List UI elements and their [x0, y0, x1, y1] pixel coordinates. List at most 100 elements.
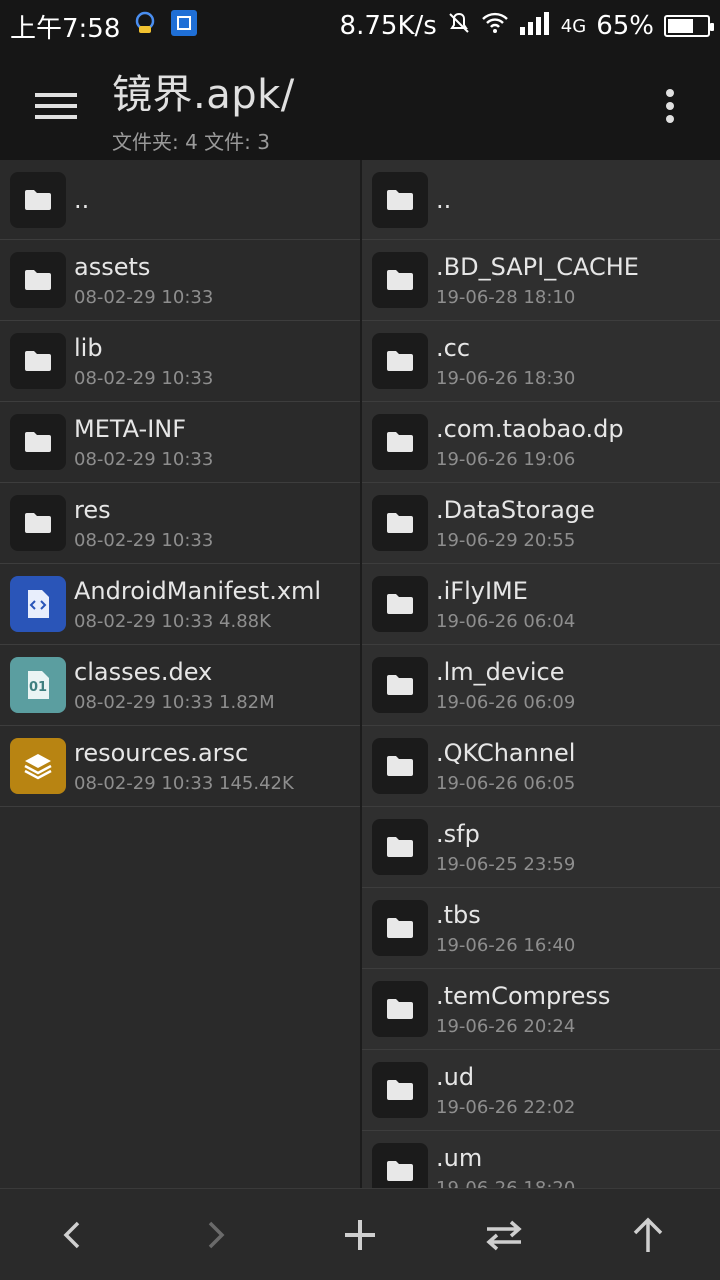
- folder-file-count: 文件夹: 4 文件: 3: [112, 129, 270, 154]
- net-speed: 8.75K/s: [339, 11, 437, 41]
- folder-icon: [372, 738, 428, 794]
- file-name: .cc: [436, 333, 471, 362]
- parent-label: ..: [74, 185, 90, 214]
- file-info: 19-06-26 22:02: [436, 1096, 576, 1118]
- wifi-icon: [481, 11, 509, 42]
- xml-file-icon: [10, 576, 66, 632]
- chevron-left-icon: [63, 1221, 80, 1248]
- file-row[interactable]: .BD_SAPI_CACHE 19-06-28 18:10: [362, 240, 720, 321]
- up-directory-button[interactable]: [608, 1195, 688, 1275]
- file-info: 19-06-25 23:59: [436, 853, 576, 875]
- file-row[interactable]: AndroidManifest.xml 08-02-29 10:33 4.88K: [0, 564, 360, 645]
- file-name: META-INF: [74, 414, 187, 443]
- file-name: .um: [436, 1143, 483, 1172]
- file-row[interactable]: 01 classes.dex 08-02-29 10:33 1.82M: [0, 645, 360, 726]
- file-name: AndroidManifest.xml: [74, 576, 322, 605]
- folder-icon: [372, 900, 428, 956]
- file-info: 08-02-29 10:33: [74, 529, 214, 551]
- folder-icon: [372, 576, 428, 632]
- folder-icon: [372, 819, 428, 875]
- network-type: 4G: [560, 15, 587, 37]
- file-row[interactable]: resources.arsc 08-02-29 10:33 145.42K: [0, 726, 360, 807]
- battery-percent: 65%: [596, 11, 654, 41]
- file-info: 19-06-26 19:06: [436, 448, 576, 470]
- folder-icon: [372, 495, 428, 551]
- file-row[interactable]: .tbs 19-06-26 16:40: [362, 888, 720, 969]
- file-row[interactable]: .cc 19-06-26 18:30: [362, 321, 720, 402]
- status-time: 上午7:58: [10, 13, 121, 44]
- file-info: 08-02-29 10:33: [74, 448, 214, 470]
- file-name: .sfp: [436, 819, 480, 848]
- folder-icon: [372, 252, 428, 308]
- menu-button[interactable]: [0, 52, 112, 160]
- file-info: 08-02-29 10:33 1.82M: [74, 691, 275, 713]
- file-row[interactable]: .ud 19-06-26 22:02: [362, 1050, 720, 1131]
- battery-level: [668, 19, 693, 33]
- file-name: assets: [74, 252, 151, 281]
- status-bar: 上午7:58 8.75K/s 4G 65%: [0, 0, 720, 52]
- file-row[interactable]: .temCompress 19-06-26 20:24: [362, 969, 720, 1050]
- file-row[interactable]: .iFlyIME 19-06-26 06:04: [362, 564, 720, 645]
- file-name: res: [74, 495, 111, 524]
- chevron-right-icon: [208, 1221, 225, 1248]
- file-row[interactable]: .um 19-06-26 18:20: [362, 1131, 720, 1188]
- right-pane[interactable]: .. .BD_SAPI_CACHE 19-06-28 18:10 .cc 19-06-…: [360, 160, 720, 1188]
- file-row[interactable]: .lm_device 19-06-26 06:09: [362, 645, 720, 726]
- file-row[interactable]: lib 08-02-29 10:33: [0, 321, 360, 402]
- folder-icon: [10, 171, 66, 228]
- file-row[interactable]: .QKChannel 19-06-26 06:05: [362, 726, 720, 807]
- left-pane[interactable]: .. assets 08-02-29 10:33 lib 08-02-29 10:33…: [0, 160, 360, 1188]
- file-name: .BD_SAPI_CACHE: [436, 252, 639, 281]
- file-info: 19-06-26 18:20: [436, 1177, 576, 1189]
- folder-icon: [372, 333, 428, 389]
- file-name: .QKChannel: [436, 738, 576, 767]
- app-bar: 镜界.apk/ 文件夹: 4 文件: 3: [0, 52, 720, 160]
- folder-icon: [372, 414, 428, 470]
- file-info: 19-06-26 06:09: [436, 691, 576, 713]
- file-row[interactable]: res 08-02-29 10:33: [0, 483, 360, 564]
- file-row[interactable]: .sfp 19-06-25 23:59: [362, 807, 720, 888]
- forward-button[interactable]: [176, 1195, 256, 1275]
- bottom-toolbar: [0, 1188, 720, 1280]
- swap-icon: [486, 1220, 522, 1250]
- file-info: 08-02-29 10:33: [74, 367, 214, 389]
- swap-panes-button[interactable]: [464, 1195, 544, 1275]
- file-name: .DataStorage: [436, 495, 595, 524]
- file-name: .com.taobao.dp: [436, 414, 624, 443]
- file-info: 19-06-26 06:05: [436, 772, 576, 794]
- folder-icon: [10, 414, 66, 470]
- plus-icon: [345, 1219, 375, 1250]
- dex-file-icon: 01: [10, 657, 66, 713]
- file-info: 19-06-26 06:04: [436, 610, 576, 632]
- folder-icon: [372, 657, 428, 713]
- folder-icon: [372, 171, 428, 228]
- file-info: 19-06-26 20:24: [436, 1015, 576, 1037]
- add-button[interactable]: [320, 1195, 400, 1275]
- file-name: .lm_device: [436, 657, 565, 686]
- dex-icon-label: 01: [28, 680, 48, 695]
- more-options-button[interactable]: [620, 52, 720, 160]
- file-info: 19-06-26 16:40: [436, 934, 576, 956]
- file-info: 08-02-29 10:33 145.42K: [74, 772, 294, 794]
- folder-icon: [372, 1062, 428, 1118]
- parent-directory-row[interactable]: ..: [362, 160, 720, 240]
- file-panes: .. assets 08-02-29 10:33 lib 08-02-29 10:33…: [0, 160, 720, 1188]
- file-info: 19-06-26 18:30: [436, 367, 576, 389]
- file-row[interactable]: META-INF 08-02-29 10:33: [0, 402, 360, 483]
- hamburger-icon: [35, 93, 77, 119]
- arrow-up-icon: [633, 1217, 663, 1252]
- file-row[interactable]: assets 08-02-29 10:33: [0, 240, 360, 321]
- file-info: 08-02-29 10:33 4.88K: [74, 610, 271, 632]
- folder-icon: [10, 333, 66, 389]
- file-row[interactable]: .DataStorage 19-06-29 20:55: [362, 483, 720, 564]
- back-button[interactable]: [32, 1195, 112, 1275]
- parent-directory-row[interactable]: ..: [0, 160, 360, 240]
- signal-icon: [519, 11, 551, 42]
- parent-label: ..: [436, 185, 452, 214]
- file-name: classes.dex: [74, 657, 213, 686]
- more-vertical-icon: [666, 89, 674, 123]
- file-name: lib: [74, 333, 103, 362]
- file-name: .temCompress: [436, 981, 611, 1010]
- file-row[interactable]: .com.taobao.dp 19-06-26 19:06: [362, 402, 720, 483]
- battery-icon: [664, 15, 714, 37]
